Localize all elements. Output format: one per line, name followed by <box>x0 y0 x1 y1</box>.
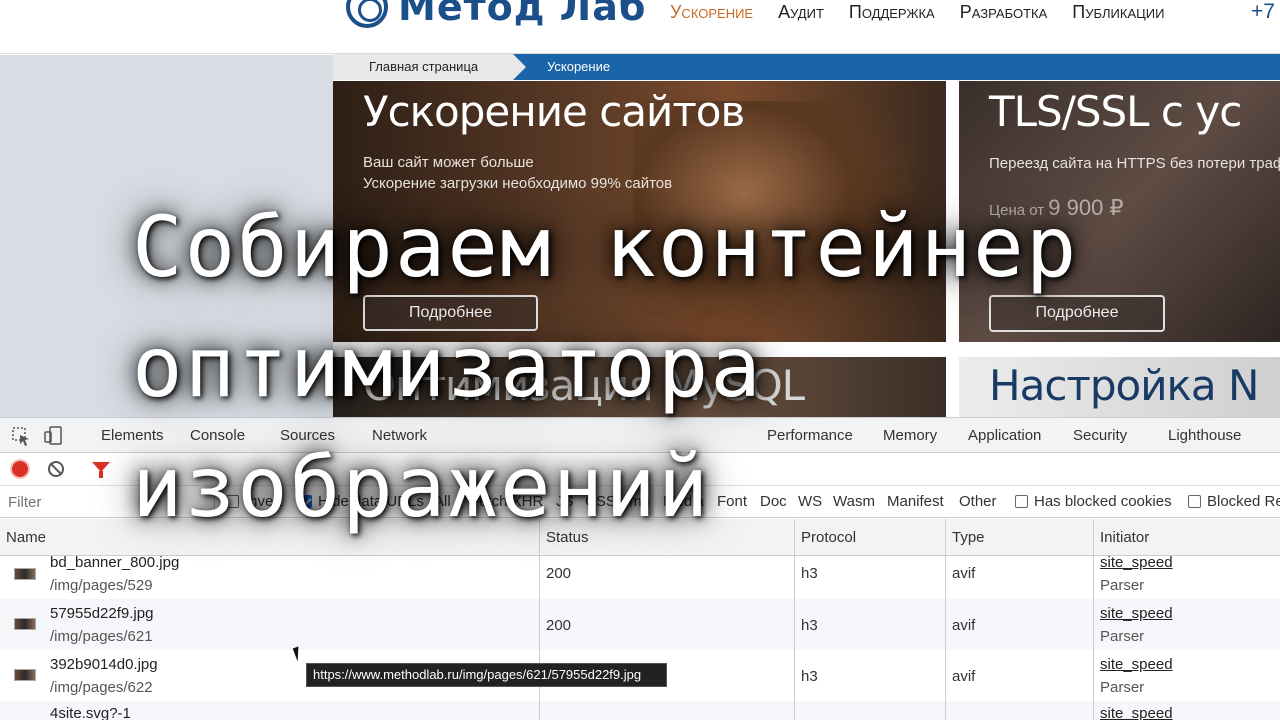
cell-status <box>540 701 795 720</box>
status-value: 200 <box>546 565 572 582</box>
nav-item-audit[interactable]: Аудит <box>778 2 824 23</box>
image-thumbnail <box>14 669 36 681</box>
cell-type: avif <box>946 650 1094 701</box>
blocked-requests-label: Blocked Re <box>1207 493 1280 510</box>
cell-protocol <box>795 701 946 720</box>
site-header: Метод Лаб Ускорение Аудит Поддержка Разр… <box>0 0 1280 54</box>
table-row[interactable]: 4site.svg?-1 site_speed <box>0 701 1280 720</box>
banner-subtitle: Переезд сайта на HTTPS без потери траф <box>989 155 1280 172</box>
tab-security[interactable]: Security <box>1073 418 1127 453</box>
cell-initiator: site_speed Parser <box>1094 650 1280 701</box>
request-path: /img/pages/529 <box>50 577 153 594</box>
overlay-caption: Собираем контейнер оптимизатора изображе… <box>132 187 1078 547</box>
cell-name: bd_banner_800.jpg /img/pages/529 <box>0 556 540 599</box>
cell-name: 4site.svg?-1 <box>0 701 540 720</box>
device-toolbar-icon[interactable] <box>44 426 64 446</box>
table-row[interactable]: bd_banner_800.jpg /img/pages/529 200 h3 … <box>0 556 1280 599</box>
inspect-element-icon[interactable] <box>12 427 32 447</box>
tab-lighthouse[interactable]: Lighthouse <box>1168 418 1241 453</box>
type-value: avif <box>952 617 976 634</box>
protocol-value: h3 <box>801 668 818 685</box>
request-path: /img/pages/621 <box>50 628 153 645</box>
network-table-body: bd_banner_800.jpg /img/pages/529 200 h3 … <box>0 556 1280 720</box>
initiator-link[interactable]: site_speed <box>1100 556 1173 571</box>
url-tooltip: https://www.methodlab.ru/img/pages/621/5… <box>306 663 667 687</box>
nav-item-speedup[interactable]: Ускорение <box>670 2 753 23</box>
type-value: avif <box>952 668 976 685</box>
request-name: 392b9014d0.jpg <box>50 656 158 673</box>
protocol-value: h3 <box>801 617 818 634</box>
filter-icon[interactable] <box>92 462 110 478</box>
phone-number[interactable]: +7 <box>1251 0 1275 24</box>
screenshot-root: Метод Лаб Ускорение Аудит Поддержка Разр… <box>0 0 1280 720</box>
clear-icon[interactable] <box>48 461 64 477</box>
cell-initiator: site_speed <box>1094 701 1280 720</box>
banner-subtitle: Ваш сайт может больше <box>363 154 534 171</box>
cell-status: 200 <box>540 599 795 650</box>
initiator-link[interactable]: site_speed <box>1100 705 1173 720</box>
cell-protocol: h3 <box>795 650 946 701</box>
logo-icon <box>346 0 388 28</box>
site-logo[interactable]: Метод Лаб <box>346 0 647 29</box>
caption-line: Собираем контейнер <box>132 198 1079 296</box>
cell-type <box>946 701 1094 720</box>
record-icon[interactable] <box>12 461 28 477</box>
cell-initiator: site_speed Parser <box>1094 556 1280 599</box>
image-thumbnail <box>14 568 36 580</box>
breadcrumb: Главная страница Ускорение <box>333 54 1280 80</box>
cell-type: avif <box>946 556 1094 599</box>
caption-line: оптимизатора <box>132 318 763 416</box>
site-nav: Ускорение Аудит Поддержка Разработка Пуб… <box>670 2 1164 23</box>
initiator-type: Parser <box>1100 577 1145 594</box>
type-value: avif <box>952 565 976 582</box>
cell-protocol: h3 <box>795 556 946 599</box>
caption-line: изображений <box>132 438 711 536</box>
initiator-link[interactable]: site_speed <box>1100 605 1173 622</box>
cell-protocol: h3 <box>795 599 946 650</box>
image-thumbnail <box>14 618 36 630</box>
breadcrumb-home[interactable]: Главная страница <box>333 54 526 80</box>
initiator-link[interactable]: site_speed <box>1100 656 1173 673</box>
nav-item-support[interactable]: Поддержка <box>849 2 935 23</box>
request-name: 4site.svg?-1 <box>50 705 131 720</box>
cell-type: avif <box>946 599 1094 650</box>
breadcrumb-current: Ускорение <box>547 59 611 74</box>
nav-item-publications[interactable]: Публикации <box>1072 2 1164 23</box>
column-initiator[interactable]: Initiator <box>1094 519 1280 556</box>
logo-text: Метод Лаб <box>398 0 647 29</box>
checkbox-icon <box>1188 495 1201 508</box>
request-path: /img/pages/622 <box>50 679 153 696</box>
protocol-value: h3 <box>801 565 818 582</box>
nav-item-development[interactable]: Разработка <box>960 2 1048 23</box>
initiator-type: Parser <box>1100 628 1145 645</box>
status-value: 200 <box>546 617 572 634</box>
blocked-requests-checkbox[interactable]: Blocked Re <box>1188 486 1280 518</box>
table-row[interactable]: 57955d22f9.jpg /img/pages/621 200 h3 avi… <box>0 599 1280 650</box>
cell-status: 200 <box>540 556 795 599</box>
banner-title: TLS/SSL с ус <box>989 87 1242 136</box>
initiator-type: Parser <box>1100 679 1145 696</box>
banner-title: Ускорение сайтов <box>363 87 745 136</box>
cell-initiator: site_speed Parser <box>1094 599 1280 650</box>
cell-name: 57955d22f9.jpg /img/pages/621 <box>0 599 540 650</box>
request-name: 57955d22f9.jpg <box>50 605 154 622</box>
request-name: bd_banner_800.jpg <box>50 556 180 571</box>
